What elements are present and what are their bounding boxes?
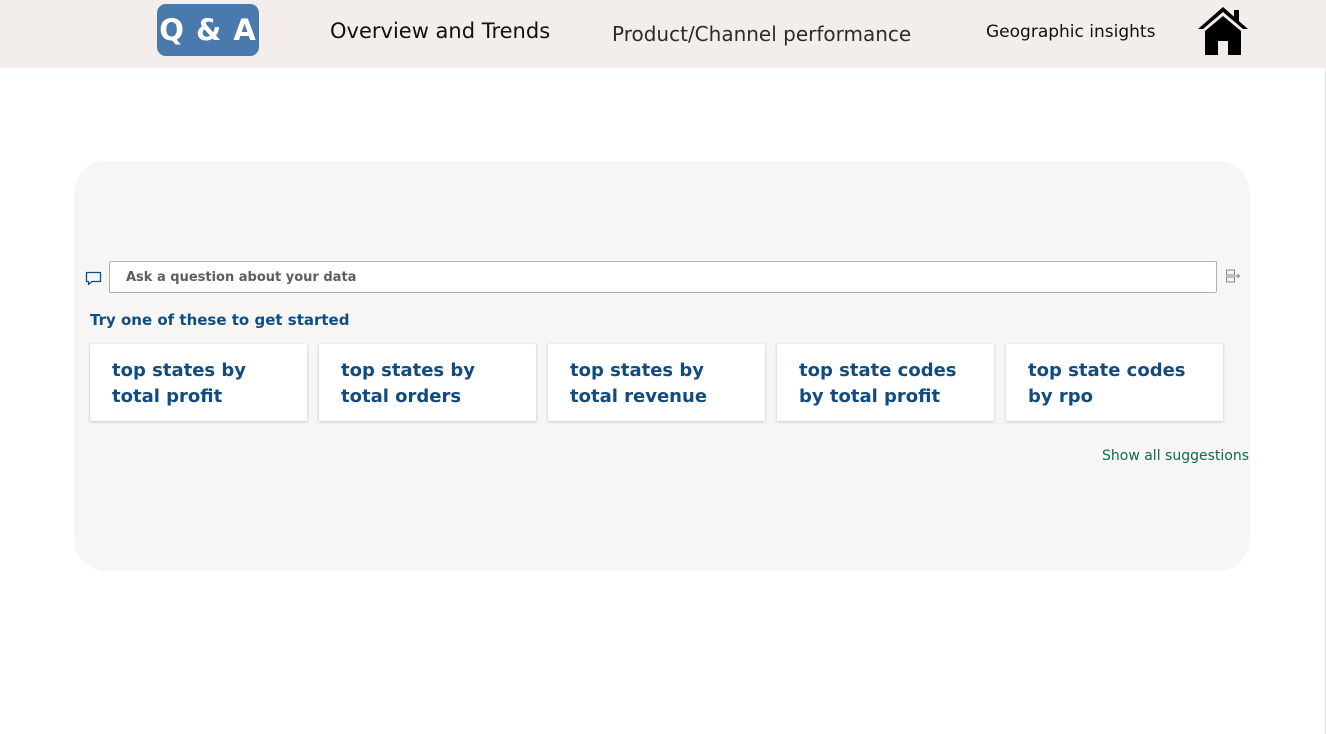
show-all-suggestions-link[interactable]: Show all suggestions <box>1102 448 1249 464</box>
home-icon[interactable] <box>1196 4 1250 58</box>
suggestion-card[interactable]: top state codes by total profit <box>777 344 994 421</box>
nav-product-channel-performance[interactable]: Product/Channel performance <box>612 22 911 46</box>
suggestion-card[interactable]: top states by total revenue <box>548 344 765 421</box>
nav-overview-and-trends[interactable]: Overview and Trends <box>330 19 550 43</box>
chat-bubble-icon <box>85 271 102 286</box>
suggestion-card[interactable]: top state codes by rpo <box>1006 344 1223 421</box>
top-navigation-bar: Q & A Overview and Trends Product/Channe… <box>0 0 1326 68</box>
convert-to-visual-icon[interactable] <box>1225 268 1241 284</box>
suggestions-heading: Try one of these to get started <box>90 311 350 329</box>
question-input[interactable] <box>109 261 1217 293</box>
suggestion-card[interactable]: top states by total profit <box>90 344 307 421</box>
suggestion-card[interactable]: top states by total orders <box>319 344 536 421</box>
nav-geographic-insights[interactable]: Geographic insights <box>986 22 1155 42</box>
qa-page-button[interactable]: Q & A <box>157 4 259 56</box>
